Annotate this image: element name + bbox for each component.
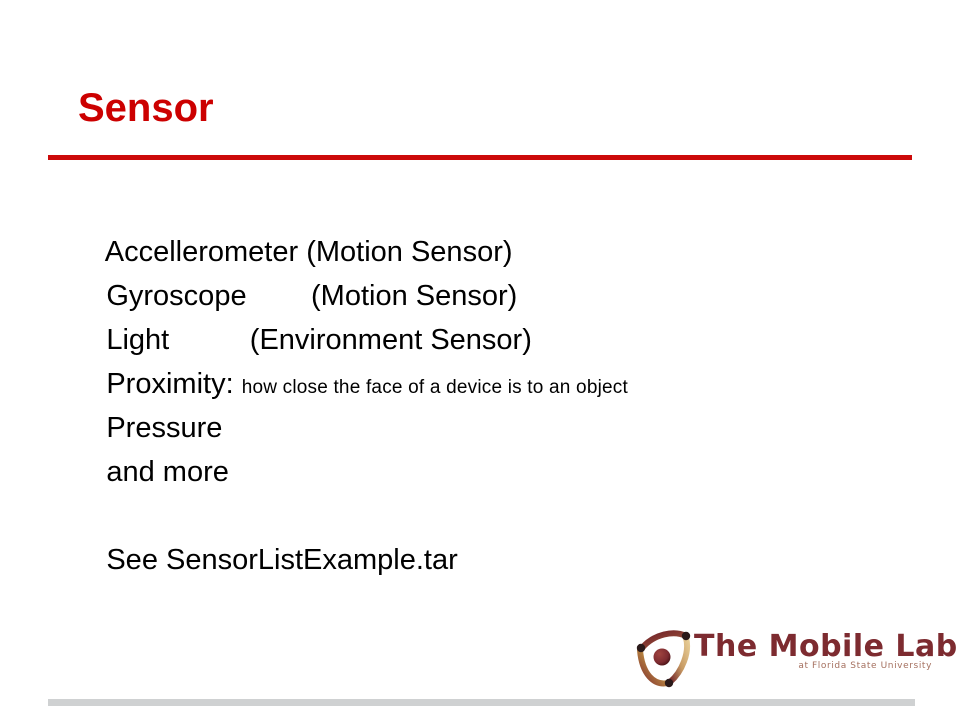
list-item-text: and more [106, 456, 229, 488]
pinwheel-logo-icon [628, 626, 702, 696]
list-item-text: Proximity: [106, 368, 242, 400]
list-item-note: how close the face of a device is to an … [241, 377, 628, 398]
list-item: Accellerometer (Motion Sensor) [58, 186, 938, 268]
list-item: See SensorListExample.tar [58, 494, 938, 576]
list-item-text: Light (Environment Sensor) [106, 324, 532, 356]
body-content: Accellerometer (Motion Sensor) Gyroscope… [58, 186, 938, 576]
logo-wordmark: The Mobile Lab at Florida State Universi… [694, 629, 958, 672]
page-title: Sensor [78, 86, 214, 130]
logo-name: The Mobile Lab [694, 629, 958, 664]
logo-tagline: at Florida State University [798, 661, 932, 671]
footer-divider [48, 699, 915, 706]
list-item-text: Accellerometer (Motion Sensor) [104, 236, 513, 268]
list-item-text: See SensorListExample.tar [106, 544, 458, 576]
title-divider [48, 155, 912, 160]
mobile-lab-logo: The Mobile Lab at Florida State Universi… [628, 624, 957, 696]
list-item-text: Pressure [106, 412, 223, 444]
slide-canvas: Sensor Accellerometer (Motion Sensor) Gy… [0, 0, 960, 720]
list-item-text: Gyroscope (Motion Sensor) [106, 280, 518, 312]
